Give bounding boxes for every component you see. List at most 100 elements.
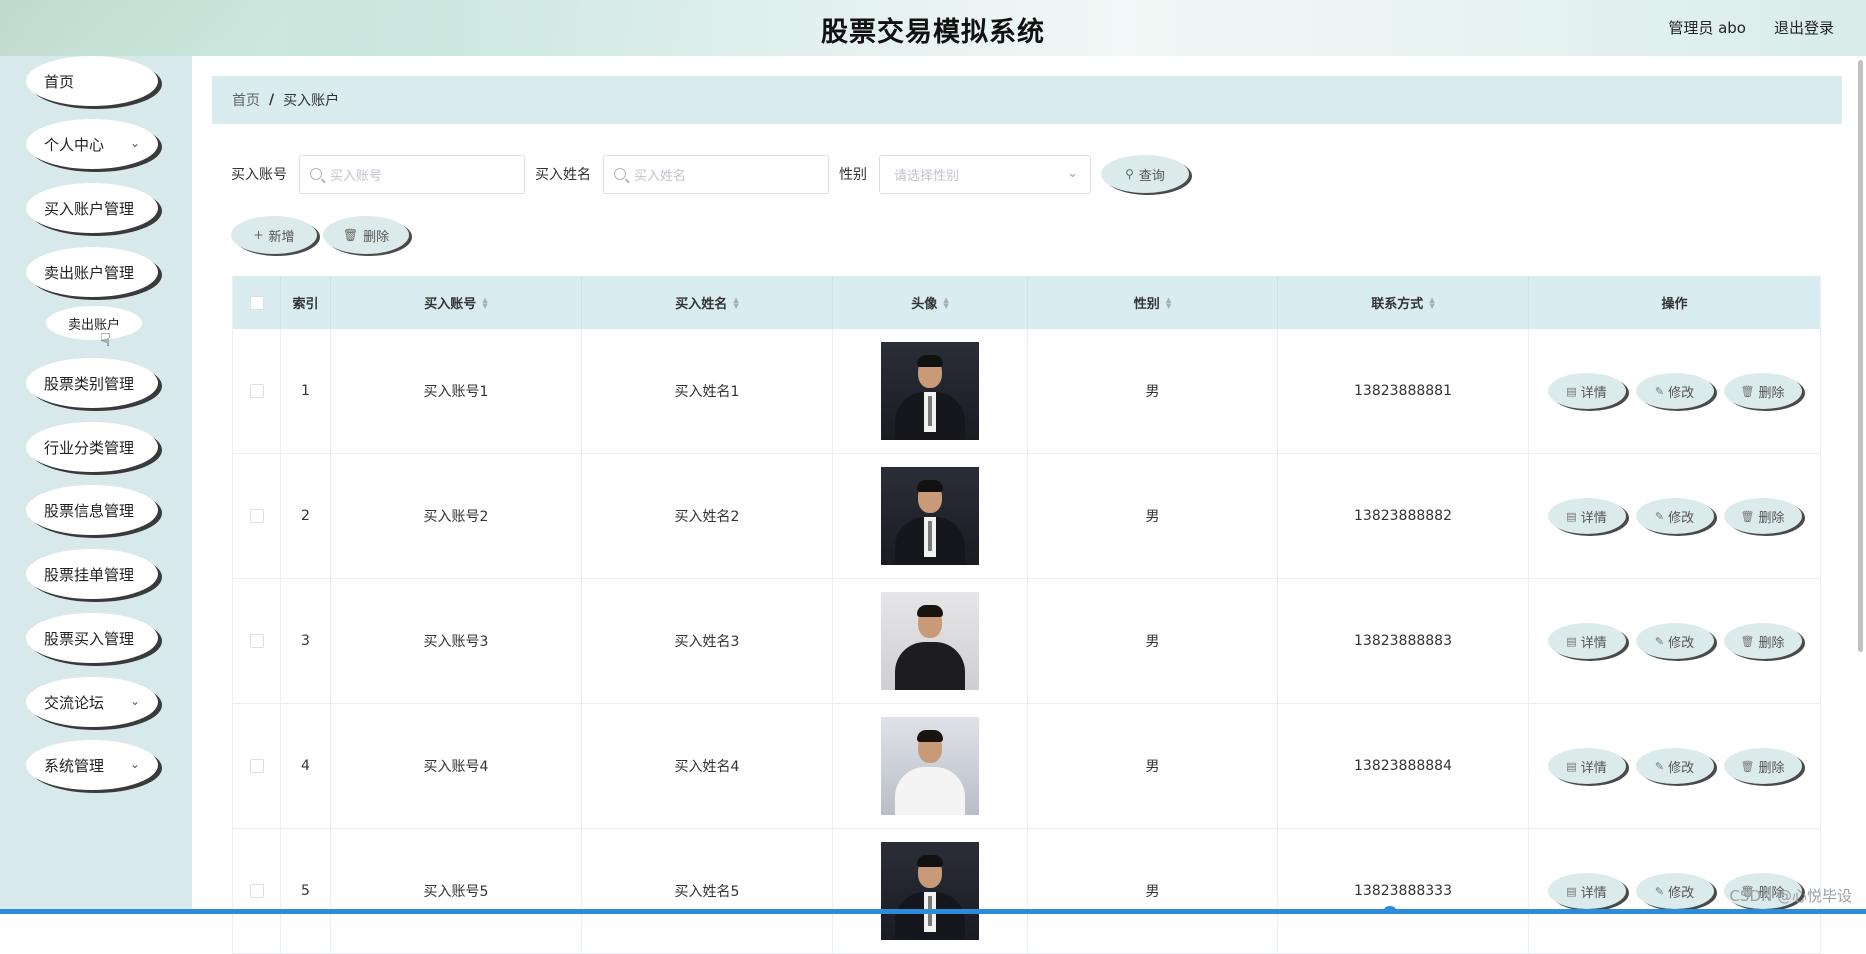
cell-name: 买入姓名1: [582, 329, 833, 453]
name-search-input[interactable]: 买入姓名: [603, 155, 829, 194]
add-button[interactable]: + 新增: [231, 216, 317, 254]
gender-select[interactable]: 请选择性别⌄: [879, 155, 1091, 194]
row-checkbox[interactable]: [250, 384, 264, 398]
column-header-name[interactable]: 买入姓名▲▼: [582, 276, 833, 329]
sidebar-item-sell-account-mgmt[interactable]: 卖出账户管理: [26, 247, 158, 297]
row-checkbox[interactable]: [250, 634, 264, 648]
document-icon: ▤: [1566, 510, 1576, 523]
detail-button[interactable]: ▤详情: [1548, 873, 1626, 909]
sidebar-item-stock-info-mgmt[interactable]: 股票信息管理: [26, 485, 158, 535]
avatar-hair: [917, 605, 943, 617]
sort-icon[interactable]: ▲▼: [1429, 297, 1434, 309]
select-all-checkbox[interactable]: [250, 296, 264, 310]
avatar-hair: [917, 730, 943, 742]
delete-button[interactable]: 🗑删除: [1724, 623, 1802, 659]
cell-name: 买入姓名4: [582, 704, 833, 828]
column-header-avatar[interactable]: 头像 ▲▼: [833, 276, 1028, 329]
account-search-input[interactable]: 买入账号: [299, 155, 525, 194]
sidebar-subitem-label: 卖出账户: [68, 314, 120, 333]
sidebar-item-stock-category-mgmt[interactable]: 股票类别管理: [26, 358, 158, 408]
account-search-label: 买入账号: [231, 164, 287, 184]
page-scrollbar[interactable]: [1858, 60, 1863, 652]
delete-button[interactable]: 🗑删除: [1724, 748, 1802, 784]
pencil-icon: ✎: [1655, 385, 1664, 398]
document-icon: ▤: [1566, 760, 1576, 773]
cell-index: 3: [281, 579, 331, 703]
plus-icon: +: [253, 228, 263, 242]
cell-phone: 13823888333: [1278, 829, 1529, 953]
sort-icon[interactable]: ▲▼: [1166, 297, 1171, 309]
delete-button-label: 删除: [1758, 632, 1784, 651]
detail-button[interactable]: ▤详情: [1548, 373, 1626, 409]
search-icon: ⚲: [1125, 167, 1134, 181]
row-checkbox[interactable]: [250, 759, 264, 773]
column-header-label: 买入账号: [424, 293, 476, 312]
row-select-cell: [233, 579, 281, 703]
column-header-label: 联系方式: [1371, 293, 1423, 312]
top-header: 股票交易模拟系统 管理员 abo 退出登录: [0, 0, 1866, 56]
row-select-cell: [233, 829, 281, 953]
gender-select-label: 性别: [839, 164, 867, 184]
sort-icon[interactable]: ▲▼: [943, 297, 948, 309]
avatar[interactable]: [881, 342, 979, 440]
pencil-icon: ✎: [1655, 760, 1664, 773]
detail-button-label: 详情: [1581, 382, 1607, 401]
cell-phone: 13823888883: [1278, 579, 1529, 703]
sidebar-item-label: 交流论坛: [44, 692, 104, 713]
sidebar-item-buy-account-mgmt[interactable]: 买入账户管理: [26, 183, 158, 233]
sort-icon[interactable]: ▲▼: [482, 297, 487, 309]
column-header-gender[interactable]: 性别▲▼: [1028, 276, 1278, 329]
avatar[interactable]: [881, 592, 979, 690]
breadcrumb-current: 买入账户: [283, 90, 339, 110]
cell-index: 1: [281, 329, 331, 453]
column-header-account[interactable]: 买入账号 ▲▼: [331, 276, 582, 329]
table-row: 2买入账号2买入姓名2男13823888882▤详情✎修改🗑删除: [233, 454, 1820, 579]
sidebar-item-label: 股票挂单管理: [44, 564, 134, 585]
delete-button[interactable]: 🗑删除: [1724, 498, 1802, 534]
detail-button[interactable]: ▤详情: [1548, 623, 1626, 659]
avatar-tie: [928, 521, 932, 551]
row-checkbox[interactable]: [250, 884, 264, 898]
name-search-placeholder: 买入姓名: [634, 165, 686, 184]
column-header-phone[interactable]: 联系方式 ▲▼: [1278, 276, 1529, 329]
sidebar-subitem-sell-account[interactable]: 卖出账户: [46, 306, 142, 340]
query-button[interactable]: ⚲查询: [1101, 155, 1189, 193]
sidebar-item-label: 卖出账户管理: [44, 262, 134, 283]
bulk-delete-button[interactable]: 🗑删除: [323, 216, 409, 254]
detail-button[interactable]: ▤详情: [1548, 748, 1626, 784]
breadcrumb-home[interactable]: 首页: [232, 90, 260, 110]
cell-avatar: [833, 579, 1028, 703]
sidebar-item-industry-mgmt[interactable]: 行业分类管理: [26, 422, 158, 472]
cell-actions: ▤详情 ✎修改 🗑删除: [1529, 454, 1820, 578]
hand-cursor-icon: ☟: [100, 330, 111, 351]
column-header-label: 头像: [911, 293, 937, 312]
sidebar-item-stock-order-mgmt[interactable]: 股票挂单管理: [26, 549, 158, 599]
edit-button[interactable]: ✎修改: [1636, 373, 1714, 409]
edit-button[interactable]: ✎修改: [1636, 623, 1714, 659]
edit-button[interactable]: ✎修改: [1636, 873, 1714, 909]
delete-button[interactable]: 🗑删除: [1724, 373, 1802, 409]
avatar[interactable]: [881, 842, 979, 940]
avatar[interactable]: [881, 717, 979, 815]
row-checkbox[interactable]: [250, 509, 264, 523]
trash-icon: 🗑: [1741, 635, 1755, 648]
sidebar-item-home[interactable]: 首页: [26, 56, 158, 106]
sidebar-item-personal-center[interactable]: 个人中心⌄: [26, 119, 158, 169]
cell-account: 买入账号5: [331, 829, 582, 953]
cell-account: 买入账号1: [331, 329, 582, 453]
cell-name: 买入姓名5: [582, 829, 833, 953]
cell-avatar: [833, 329, 1028, 453]
detail-button[interactable]: ▤详情: [1548, 498, 1626, 534]
sidebar-item-stock-buy-mgmt[interactable]: 股票买入管理: [26, 613, 158, 663]
column-header-actions: 操作: [1529, 276, 1820, 329]
cell-actions: ▤详情 ✎修改 🗑删除: [1529, 579, 1820, 703]
avatar[interactable]: [881, 467, 979, 565]
sort-icon[interactable]: ▲▼: [733, 297, 738, 309]
sidebar-item-system-mgmt[interactable]: 系统管理⌄: [26, 740, 158, 790]
sidebar-item-forum[interactable]: 交流论坛⌄: [26, 677, 158, 727]
add-button-label: 新增: [269, 226, 295, 245]
edit-button[interactable]: ✎修改: [1636, 498, 1714, 534]
edit-button[interactable]: ✎修改: [1636, 748, 1714, 784]
logout-link[interactable]: 退出登录: [1774, 17, 1834, 38]
row-select-cell: [233, 454, 281, 578]
